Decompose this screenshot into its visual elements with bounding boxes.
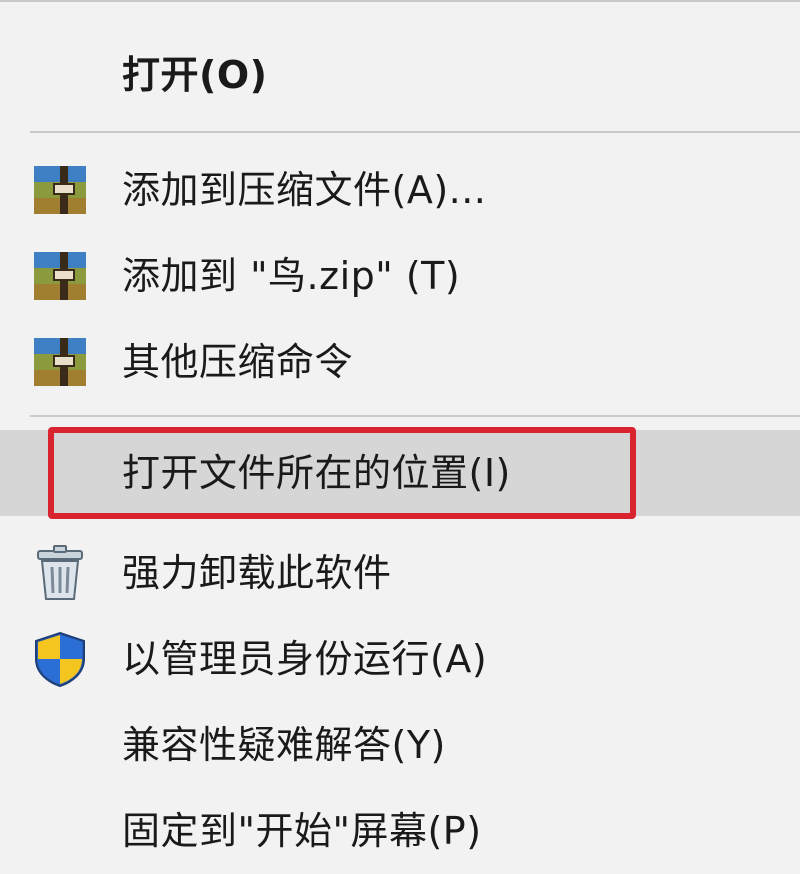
- menu-item-label: 其他压缩命令: [122, 340, 354, 384]
- menu-separator: [30, 131, 800, 133]
- menu-item-label: 添加到压缩文件(A)...: [122, 168, 487, 212]
- menu-item-open-file-location[interactable]: 打开文件所在的位置(I): [0, 430, 800, 516]
- menu-item-label: 添加到 "鸟.zip" (T): [122, 254, 461, 298]
- archive-icon: [30, 246, 90, 306]
- menu-item-open[interactable]: 打开(O): [0, 32, 800, 118]
- uac-shield-icon: [30, 629, 90, 689]
- menu-item-label: 以管理员身份运行(A): [122, 637, 488, 681]
- menu-item-label: 打开文件所在的位置(I): [122, 451, 511, 495]
- archive-icon: [30, 160, 90, 220]
- context-menu: 打开(O) 添加到压缩文件(A)... 添加到 "鸟.zip" (T) 其他压缩…: [0, 0, 800, 865]
- menu-item-compatibility-troubleshoot[interactable]: 兼容性疑难解答(Y): [0, 702, 800, 788]
- menu-item-other-compress-commands[interactable]: 其他压缩命令: [0, 319, 800, 405]
- menu-separator: [30, 415, 800, 417]
- menu-item-run-as-admin[interactable]: 以管理员身份运行(A): [0, 616, 800, 702]
- menu-item-pin-to-start[interactable]: 固定到"开始"屏幕(P): [0, 788, 800, 874]
- menu-item-force-uninstall[interactable]: 强力卸载此软件: [0, 530, 800, 616]
- trash-icon: [30, 543, 90, 603]
- menu-item-add-to-zip[interactable]: 添加到 "鸟.zip" (T): [0, 233, 800, 319]
- menu-item-label: 打开(O): [122, 53, 268, 97]
- menu-item-add-to-archive[interactable]: 添加到压缩文件(A)...: [0, 147, 800, 233]
- menu-item-label: 固定到"开始"屏幕(P): [122, 809, 482, 853]
- menu-item-label: 兼容性疑难解答(Y): [122, 723, 446, 767]
- archive-icon: [30, 332, 90, 392]
- menu-item-label: 强力卸载此软件: [122, 551, 392, 595]
